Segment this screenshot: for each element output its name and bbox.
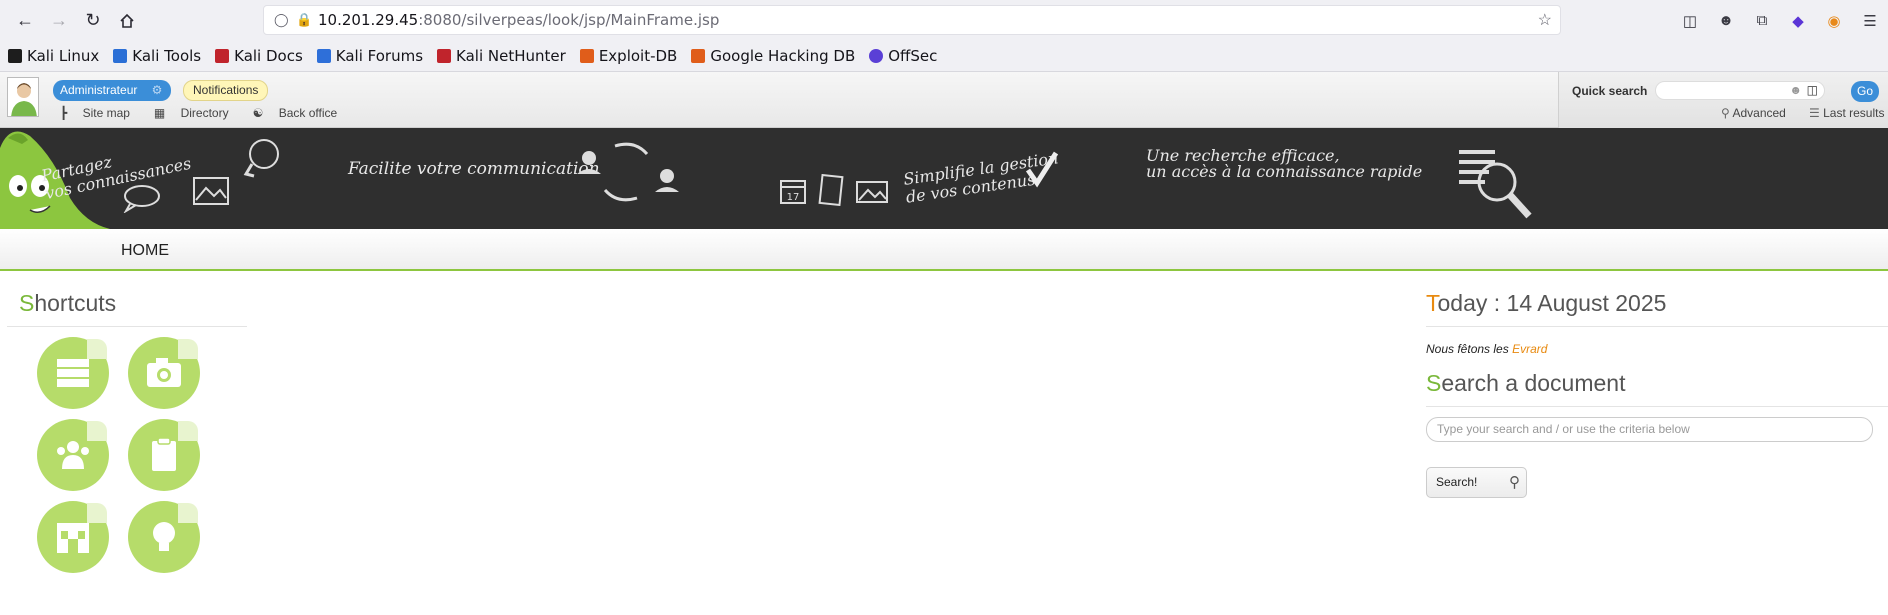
search-document-button[interactable]: Search! ⚲ [1426, 467, 1527, 498]
sitemap-icon: ┣ [60, 106, 71, 120]
ghdb-icon [691, 49, 706, 63]
url-path: :8080/silverpeas/look/jsp/MainFrame.jsp [418, 11, 720, 29]
bookmark-kali-nethunter[interactable]: Kali NetHunter [437, 47, 566, 65]
search-plus-icon: ⚲ [1721, 106, 1733, 120]
quick-search-input[interactable]: ☻ ◫ [1655, 81, 1825, 100]
directory-icon: ▦ [153, 106, 169, 120]
bookmark-offsec[interactable]: OffSec [869, 47, 937, 65]
avatar[interactable] [7, 77, 39, 117]
bookmark-exploit-db[interactable]: Exploit-DB [579, 47, 677, 65]
shortcuts-title: Shortcuts [19, 290, 117, 316]
nethunter-icon [437, 49, 452, 63]
advanced-search-link[interactable]: ⚲ Advanced [1721, 106, 1786, 120]
shield-icon[interactable]: ◯ [274, 12, 296, 28]
pocket-icon[interactable]: ◫ [1672, 12, 1708, 30]
bookmark-kali-linux[interactable]: Kali Linux [8, 47, 99, 65]
bookmark-google-hacking-db[interactable]: Google Hacking DB [691, 47, 855, 65]
calendar-building-icon [57, 523, 89, 553]
directory-link[interactable]: ▦ Directory [154, 106, 241, 120]
picture-icon [856, 181, 888, 203]
calendar-day-text: 17 [787, 192, 800, 203]
home-icon[interactable] [110, 4, 144, 38]
kali-forums-icon [316, 49, 331, 63]
document-search-input[interactable]: Type your search and / or use the criter… [1426, 417, 1873, 442]
search-document-title: Search a document [1426, 370, 1626, 396]
url-bar[interactable]: ◯ 🔒 10.201.29.45:8080/silverpeas/look/js… [263, 5, 1561, 35]
exploit-db-icon [579, 49, 594, 63]
url-host: 10.201.29.45 [318, 11, 419, 29]
user-filter-icon[interactable]: ☻ [1789, 83, 1802, 97]
extension-purple-icon[interactable]: ◆ [1780, 12, 1816, 30]
extensions-icon[interactable]: ⧉ [1744, 12, 1780, 29]
silverpeas-topbar: Administrateur ⚙ Notifications ┣ Site ma… [0, 72, 1888, 128]
shortcuts-divider [7, 326, 247, 327]
menu-icon[interactable]: ☰ [1852, 12, 1888, 30]
clipboard-icon [152, 437, 176, 471]
offsec-icon [869, 49, 884, 63]
name-day-text: Nous fêtons les Evrard [1426, 342, 1548, 356]
search-plus-icon: ⚲ [1509, 474, 1520, 491]
bookmark-star-icon[interactable]: ☆ [1538, 10, 1552, 30]
checkmark-icon [1025, 151, 1059, 188]
bookmarks-bar: Kali Linux Kali Tools Kali Docs Kali For… [0, 41, 1888, 72]
admin-button[interactable]: Administrateur ⚙ [53, 80, 172, 101]
shortcut-tasks[interactable] [128, 419, 200, 491]
docs-filter-icon[interactable]: ◫ [1807, 83, 1818, 97]
camera-icon [147, 358, 181, 387]
quick-search-go-button[interactable]: Go [1851, 81, 1879, 102]
extension-orange-icon[interactable]: ◉ [1816, 12, 1852, 30]
reload-icon[interactable]: ↻ [76, 4, 110, 38]
lightbulb-icon [153, 522, 175, 551]
account-icon[interactable]: ☻ [1708, 12, 1744, 29]
back-office-link[interactable]: ☯ Back office [253, 106, 350, 120]
lightbulb-icon [243, 139, 279, 178]
group-icon [57, 441, 89, 469]
shortcut-library[interactable] [37, 337, 109, 409]
speech-bubbles-icon [123, 185, 160, 213]
today-divider [1426, 326, 1888, 327]
quick-search-panel: Quick search ☻ ◫ Go ⚲ Advanced ☰ Last re… [1558, 72, 1888, 128]
calendar-icon: 17 [780, 180, 806, 204]
shortcut-ideas[interactable] [128, 501, 200, 573]
tools-icon: ☯ [252, 106, 267, 120]
banner-text-search: Une recherche efficace, un accès à la co… [1146, 146, 1423, 181]
today-title: Today : 14 August 2025 [1426, 290, 1667, 316]
image-sketch-icon [193, 177, 229, 205]
communication-cycle-icon [577, 142, 679, 202]
quick-search-label: Quick search [1572, 84, 1648, 98]
gear-icon[interactable]: ⚙ [152, 80, 163, 101]
search-document-divider [1426, 406, 1888, 407]
last-results-link[interactable]: ☰ Last results [1809, 106, 1884, 120]
main-nav: HOME [0, 229, 1888, 271]
shortcut-agenda[interactable] [37, 501, 109, 573]
homepage-content: Shortcuts Today : 14 August 2025 Nous fê… [0, 271, 1888, 614]
shortcut-photos[interactable] [128, 337, 200, 409]
browser-toolbar: ← → ↻ ◯ 🔒 10.201.29.45:8080/silverpeas/l… [0, 0, 1888, 41]
bookmark-kali-docs[interactable]: Kali Docs [215, 47, 303, 65]
name-day-link[interactable]: Evrard [1512, 342, 1547, 356]
forward-icon[interactable]: → [42, 4, 76, 38]
list-icon: ☰ [1809, 106, 1824, 120]
back-icon[interactable]: ← [8, 4, 42, 38]
nav-home-link[interactable]: HOME [121, 242, 169, 260]
shortcut-community[interactable] [37, 419, 109, 491]
kali-docs-icon [215, 49, 230, 63]
notifications-button[interactable]: Notifications [183, 80, 269, 101]
banner-text-communication: Facilite votre communication [348, 159, 600, 179]
banner: Partagez vos connaissances Facilite votr… [0, 128, 1888, 229]
site-map-link[interactable]: ┣ Site map [60, 106, 142, 120]
document-icon [818, 174, 844, 206]
search-list-icon [1459, 150, 1532, 219]
books-icon [57, 359, 89, 387]
kali-icon [8, 49, 22, 63]
bookmark-kali-forums[interactable]: Kali Forums [316, 47, 423, 65]
kali-tools-icon [113, 49, 128, 63]
bookmark-kali-tools[interactable]: Kali Tools [113, 47, 201, 65]
lock-icon[interactable]: 🔒 [296, 12, 318, 28]
